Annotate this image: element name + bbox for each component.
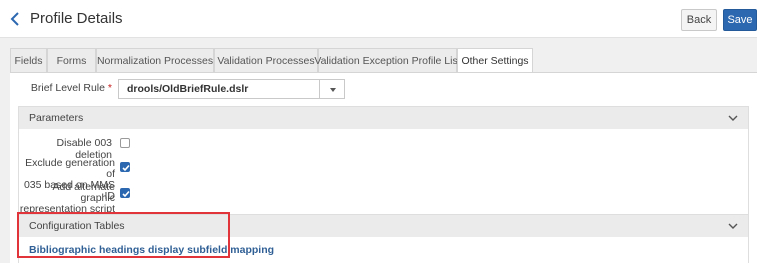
caret-down-icon[interactable] <box>330 88 336 92</box>
tab-forms[interactable]: Forms <box>47 48 96 72</box>
required-marker: * <box>107 82 112 94</box>
parameters-section-title: Parameters <box>29 112 84 124</box>
exclude-035-label-line1: Exclude generation of <box>25 157 115 180</box>
tab-panel-other-settings: Brief Level Rule * drools/OldBriefRule.d… <box>10 72 757 263</box>
chevron-down-icon[interactable] <box>728 221 738 231</box>
brief-level-rule-label: Brief Level Rule * <box>10 82 112 94</box>
back-button[interactable]: Back <box>681 9 717 31</box>
tab-fields[interactable]: Fields <box>10 48 47 72</box>
page-title: Profile Details <box>30 10 123 27</box>
chevron-down-icon[interactable] <box>728 113 738 123</box>
page-header: Profile Details Back Save <box>0 0 757 38</box>
tab-normalization-processes[interactable]: Normalization Processes <box>96 48 214 72</box>
brief-level-rule-select[interactable]: drools/OldBriefRule.dslr <box>118 79 345 99</box>
save-button[interactable]: Save <box>723 9 757 31</box>
disable-003-deletion-checkbox[interactable] <box>120 138 130 148</box>
exclude-035-checkbox[interactable] <box>120 162 130 172</box>
checkmark-icon <box>122 164 130 172</box>
tab-other-settings[interactable]: Other Settings <box>457 48 533 73</box>
tab-validation-processes[interactable]: Validation Processes <box>214 48 318 72</box>
configuration-tables-section-header[interactable]: Configuration Tables <box>19 215 748 237</box>
tab-validation-exception-profile-list[interactable]: Validation Exception Profile List <box>314 48 461 72</box>
brief-level-rule-label-text: Brief Level Rule <box>30 82 105 94</box>
select-divider <box>319 80 320 98</box>
add-alternate-graphic-label-line1: Add alternate graphic <box>52 181 115 204</box>
configuration-tables-section: Configuration Tables Bibliographic headi… <box>18 214 749 263</box>
brief-level-rule-value: drools/OldBriefRule.dslr <box>127 83 249 95</box>
chevron-left-icon[interactable] <box>8 11 22 27</box>
tab-area: Fields Forms Normalization Processes Val… <box>0 38 757 263</box>
configuration-tables-section-title: Configuration Tables <box>29 220 125 232</box>
checkmark-icon <box>122 190 130 198</box>
bibliographic-headings-link[interactable]: Bibliographic headings display subfield … <box>29 244 274 256</box>
parameters-section-header[interactable]: Parameters <box>19 107 748 129</box>
add-alternate-graphic-checkbox[interactable] <box>120 188 130 198</box>
